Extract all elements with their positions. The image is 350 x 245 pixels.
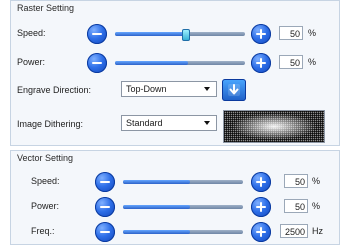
dither-preview: [223, 110, 325, 143]
minus-icon: [92, 62, 102, 64]
vector-power-minus-button[interactable]: [95, 197, 115, 217]
raster-speed-label: Speed:: [17, 28, 46, 38]
raster-power-value[interactable]: 50: [279, 55, 303, 69]
raster-title: Raster Setting: [17, 3, 75, 13]
raster-speed-unit: %: [308, 28, 317, 38]
vector-setting-panel: Vector Setting Speed: 50 % Power: 50 % F…: [10, 150, 340, 245]
vector-speed-fill: [123, 180, 191, 184]
vector-freq-value[interactable]: 2500: [280, 224, 308, 238]
minus-icon: [92, 33, 102, 35]
minus-icon: [100, 231, 110, 233]
vector-freq-plus-button[interactable]: [251, 222, 271, 242]
vector-speed-label: Speed:: [31, 176, 60, 186]
raster-speed-slider[interactable]: [115, 29, 245, 41]
raster-power-fill: [115, 61, 188, 65]
raster-power-plus-button[interactable]: [251, 53, 271, 73]
vector-freq-fill: [123, 230, 191, 234]
chevron-down-icon: [204, 121, 210, 125]
image-dithering-select[interactable]: Standard: [121, 115, 217, 131]
vector-power-value[interactable]: 50: [284, 199, 308, 213]
vector-power-fill: [123, 205, 191, 209]
raster-setting-panel: Raster Setting Speed: 50 % Power: 50 % E…: [10, 0, 340, 146]
raster-power-minus-button[interactable]: [87, 53, 107, 73]
vector-speed-minus-button[interactable]: [95, 172, 115, 192]
vector-power-slider[interactable]: [123, 205, 243, 209]
plus-icon-vertical: [260, 177, 262, 187]
vector-freq-minus-button[interactable]: [95, 222, 115, 242]
vector-freq-slider[interactable]: [123, 230, 243, 234]
vector-speed-plus-button[interactable]: [251, 172, 271, 192]
vector-title: Vector Setting: [17, 153, 74, 163]
raster-speed-plus-button[interactable]: [251, 24, 271, 44]
raster-speed-thumb[interactable]: [182, 29, 190, 41]
vector-freq-label: Freq.:: [31, 226, 55, 236]
raster-speed-fill: [115, 32, 187, 36]
vector-speed-slider[interactable]: [123, 180, 243, 184]
vector-speed-unit: %: [312, 176, 321, 186]
chevron-down-icon: [204, 87, 210, 91]
engrave-direction-selected: Top-Down: [126, 84, 167, 94]
arrow-down-icon: [228, 84, 240, 96]
vector-speed-value[interactable]: 50: [284, 174, 308, 188]
minus-icon: [100, 181, 110, 183]
raster-power-label: Power:: [17, 57, 46, 67]
plus-icon-vertical: [260, 29, 262, 39]
vector-freq-unit: Hz: [312, 226, 323, 236]
engrave-direction-button[interactable]: [222, 79, 246, 101]
image-dithering-selected: Standard: [126, 118, 163, 128]
raster-speed-value[interactable]: 50: [279, 26, 303, 40]
raster-power-slider[interactable]: [115, 61, 245, 65]
vector-power-label: Power:: [31, 201, 60, 211]
raster-speed-minus-button[interactable]: [87, 24, 107, 44]
plus-icon-vertical: [260, 227, 262, 237]
plus-icon-vertical: [260, 202, 262, 212]
plus-icon-vertical: [260, 58, 262, 68]
engrave-direction-select[interactable]: Top-Down: [121, 81, 217, 97]
engrave-direction-label: Engrave Direction:: [17, 85, 92, 95]
image-dithering-label: Image Dithering:: [17, 119, 84, 129]
raster-power-unit: %: [308, 57, 317, 67]
vector-power-plus-button[interactable]: [251, 197, 271, 217]
minus-icon: [100, 206, 110, 208]
vector-power-unit: %: [312, 201, 321, 211]
